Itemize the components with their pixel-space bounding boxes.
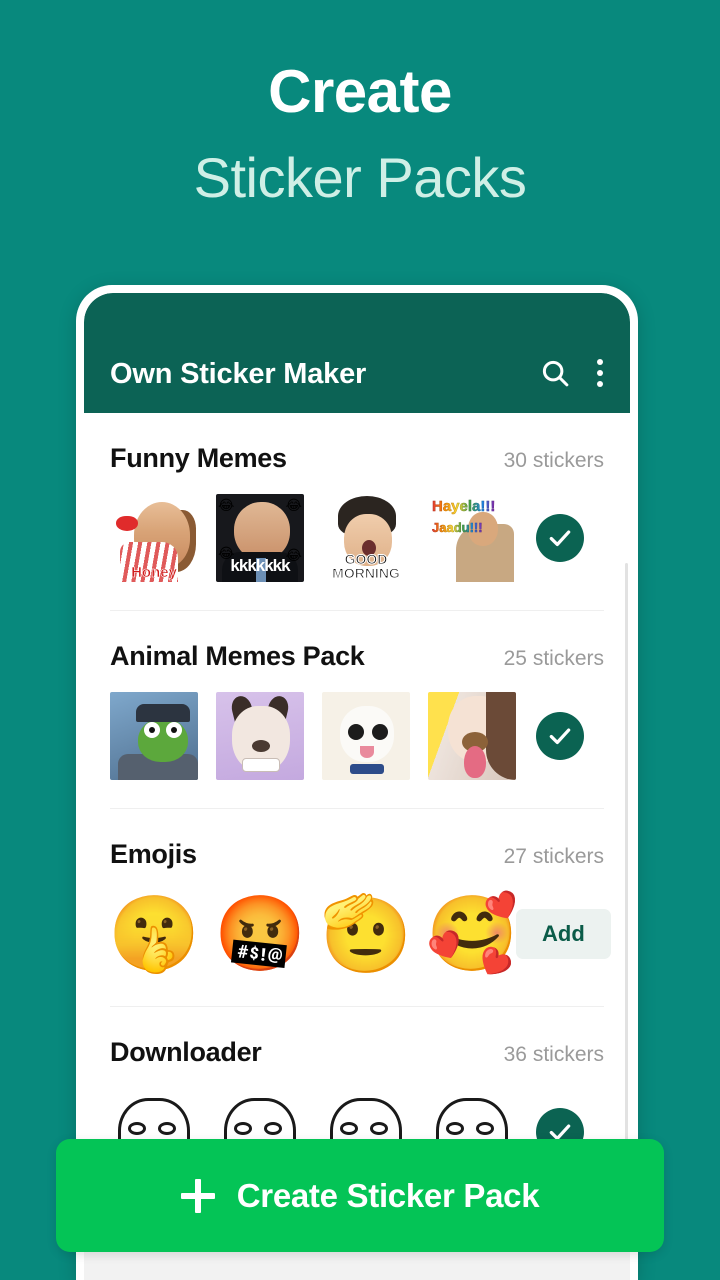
phone-screen: Own Sticker Maker Funny Memes 30 sticker… <box>84 293 630 1280</box>
phone-mockup-frame: Own Sticker Maker Funny Memes 30 sticker… <box>76 285 638 1280</box>
pack-header: Funny Memes 30 stickers <box>110 413 604 474</box>
pack-thumbnails: Honey 😂 😂 😂 😂 kkkkkkk GOOD MORNING Hayel… <box>110 494 516 582</box>
overflow-menu-icon[interactable] <box>596 359 604 387</box>
pack-title: Funny Memes <box>110 443 287 473</box>
thumb-art-eye <box>234 1122 252 1135</box>
thumb-art-eye <box>372 724 388 740</box>
hero-title-primary: Create <box>268 58 452 125</box>
thumb-art-collar <box>350 764 384 774</box>
thumb-art-eye <box>158 1122 176 1135</box>
thumb-art-teeth <box>242 758 280 772</box>
search-icon[interactable] <box>540 358 570 388</box>
sticker-pack-row[interactable]: Funny Memes 30 stickers Honey 😂 😂 😂 😂 kk… <box>84 413 630 611</box>
thumb-art-eye <box>264 1122 282 1135</box>
thumb-caption: GOOD MORNING <box>322 551 410 581</box>
sticker-thumbnail-emoji[interactable]: 🥰 <box>426 890 518 978</box>
thumb-art-tongue <box>464 746 486 778</box>
plus-icon <box>180 1178 215 1213</box>
pack-title: Animal Memes Pack <box>110 641 365 671</box>
thumb-art-snout <box>252 740 270 752</box>
pack-body: 🤫 🤬 🫡 🥰 Add <box>108 890 611 978</box>
pack-header: Animal Memes Pack 25 stickers <box>110 611 604 672</box>
pack-sticker-count: 27 stickers <box>503 845 604 868</box>
thumb-art-pupil <box>171 727 177 733</box>
sticker-thumbnail[interactable] <box>216 692 304 780</box>
create-sticker-pack-button[interactable]: Create Sticker Pack <box>56 1139 664 1252</box>
create-sticker-pack-label: Create Sticker Pack <box>236 1176 540 1214</box>
thumb-caption-line1: GOOD <box>344 551 388 567</box>
pack-sticker-count: 30 stickers <box>503 449 604 472</box>
phone-bottom-body <box>76 1252 638 1280</box>
app-bar: Own Sticker Maker <box>84 293 630 413</box>
thumb-art-eye <box>340 1122 358 1135</box>
thumb-caption-line1: Hayela!!! <box>432 498 496 516</box>
laughing-emoji-icon: 😂 <box>218 498 235 514</box>
sticker-thumbnail[interactable] <box>428 692 516 780</box>
sticker-thumbnail-emoji[interactable]: 🤬 <box>214 890 306 978</box>
pack-header: Emojis 27 stickers <box>110 809 604 870</box>
sticker-thumbnail[interactable] <box>322 692 410 780</box>
pack-body <box>110 692 604 780</box>
thumb-art-hat <box>136 704 190 722</box>
pack-action <box>516 514 604 562</box>
pack-title: Emojis <box>110 839 197 869</box>
pack-action <box>516 712 604 760</box>
thumb-caption-line2: MORNING <box>332 565 401 581</box>
thumb-art-eye <box>370 1122 388 1135</box>
thumb-caption: Honey <box>131 564 177 581</box>
thumb-caption-line2: Jaadu!!! <box>432 520 483 536</box>
thumb-art-eye <box>348 724 364 740</box>
thumb-art-pupil <box>149 727 155 733</box>
thumb-art-tongue <box>360 746 374 758</box>
sticker-thumbnail[interactable]: Honey <box>110 494 198 582</box>
sticker-pack-row[interactable]: Animal Memes Pack 25 stickers <box>84 611 630 809</box>
pack-thumbnails: 🤫 🤬 🫡 🥰 <box>108 890 518 978</box>
pack-title: Downloader <box>110 1037 262 1067</box>
hero-title-secondary: Sticker Packs <box>193 146 527 209</box>
thumb-art-hair <box>486 692 516 780</box>
thumb-art-eye <box>446 1122 464 1135</box>
app-bar-actions <box>540 358 604 391</box>
hero-headline: Create Sticker Packs <box>0 0 720 206</box>
laughing-emoji-icon: 😂 <box>285 498 302 514</box>
sticker-thumbnail[interactable] <box>110 692 198 780</box>
pack-body: Honey 😂 😂 😂 😂 kkkkkkk GOOD MORNING Hayel… <box>110 494 604 582</box>
sticker-thumbnail-emoji[interactable]: 🫡 <box>320 890 412 978</box>
sticker-thumbnail[interactable]: 😂 😂 😂 😂 kkkkkkk <box>216 494 304 582</box>
thumb-art-lips <box>116 516 138 531</box>
pack-action: Add <box>516 909 611 959</box>
app-title: Own Sticker Maker <box>110 358 367 390</box>
sticker-thumbnail[interactable]: Hayela!!! Jaadu!!! <box>428 494 516 582</box>
sticker-thumbnail-emoji[interactable]: 🤫 <box>108 890 200 978</box>
pack-added-check-icon[interactable] <box>536 712 584 760</box>
pack-sticker-count: 36 stickers <box>503 1043 604 1066</box>
pack-added-check-icon[interactable] <box>536 514 584 562</box>
thumb-caption: kkkkkkk <box>230 556 290 575</box>
sticker-pack-row[interactable]: Emojis 27 stickers 🤫 🤬 🫡 🥰 Add <box>84 809 630 1007</box>
pack-header: Downloader 36 stickers <box>110 1007 604 1068</box>
thumb-art-eye <box>128 1122 146 1135</box>
pack-thumbnails <box>110 692 516 780</box>
add-pack-button[interactable]: Add <box>516 909 611 959</box>
pack-sticker-count: 25 stickers <box>503 647 604 670</box>
sticker-thumbnail[interactable]: GOOD MORNING <box>322 494 410 582</box>
thumb-art-eye <box>476 1122 494 1135</box>
